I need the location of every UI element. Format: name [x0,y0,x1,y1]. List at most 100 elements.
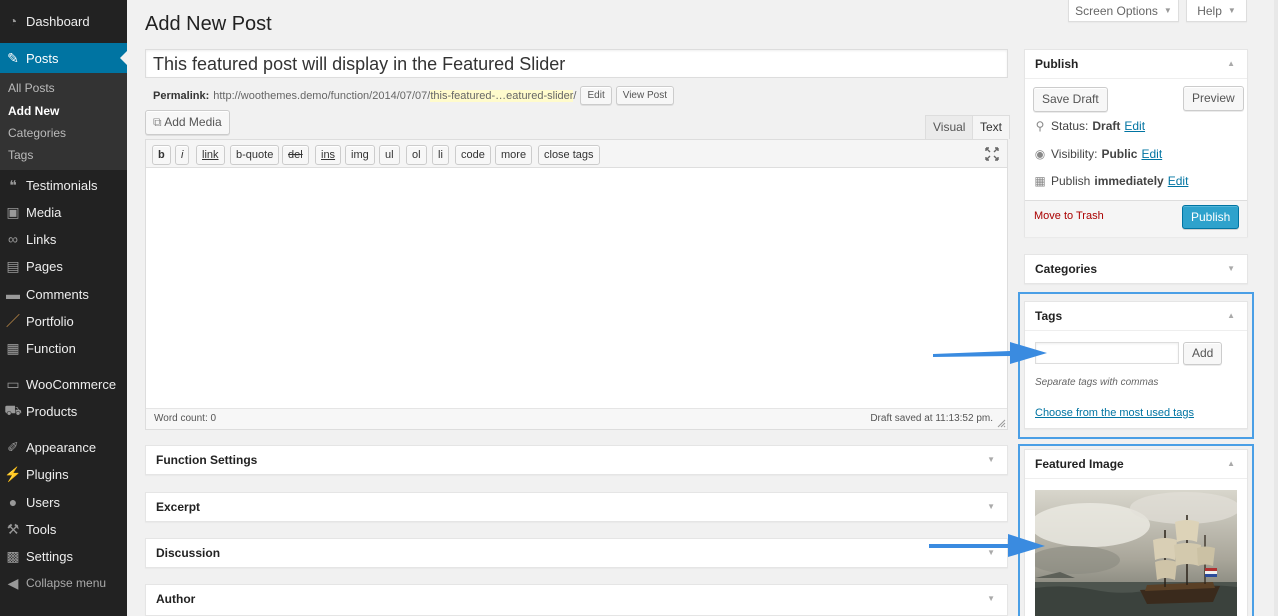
scrollbar[interactable] [1274,0,1278,616]
post-title-input[interactable]: This featured post will display in the F… [145,49,1008,78]
submenu-tags[interactable]: Tags [8,148,33,162]
sidebar-item-products[interactable]: ⛟ Products [0,398,127,424]
discussion-header[interactable]: Discussion [146,539,1007,567]
qt-li-button[interactable]: li [432,145,449,165]
sidebar-item-appearance[interactable]: ✐ Appearance [0,434,127,460]
page-title: Add New Post [145,13,272,35]
sidebar-item-links[interactable]: ∞ Links [0,226,127,252]
tags-header[interactable]: Tags [1025,302,1247,330]
toggle-arrow-icon[interactable]: ▼ [987,548,995,557]
most-used-tags-link[interactable]: Choose from the most used tags [1035,407,1194,419]
fullscreen-icon[interactable] [985,147,999,161]
qt-bold-button[interactable]: b [152,145,171,165]
sidebar-item-pages[interactable]: ▤ Pages [0,253,127,279]
sidebar-item-comments[interactable]: ▬ Comments [0,281,127,307]
wrench-icon: ⚒ [6,520,20,537]
edit-status-link[interactable]: Edit [1124,119,1145,133]
qt-link-button[interactable]: link [196,145,225,165]
categories-header[interactable]: Categories [1025,255,1247,283]
sidebar-item-testimonials[interactable]: ❝ Testimonials [0,172,127,198]
sidebar-item-dashboard[interactable]: ◔ Dashboard [0,8,127,34]
tab-text[interactable]: Text [972,115,1011,139]
qt-img-button[interactable]: img [345,145,375,165]
author-header[interactable]: Author [146,585,1007,613]
draft-saved-status: Draft saved at 11:13:52 pm. [870,413,993,424]
qt-ins-button[interactable]: ins [315,145,342,165]
move-to-trash-link[interactable]: Move to Trash [1034,210,1104,222]
brush-icon: ✐ [7,438,19,455]
tab-visual[interactable]: Visual [925,115,974,139]
function-settings-header[interactable]: Function Settings [146,446,1007,474]
qt-ol-button[interactable]: ol [406,145,427,165]
publish-button[interactable]: Publish [1182,205,1240,229]
calendar-icon: ▦ [1034,174,1046,188]
toggle-arrow-icon[interactable]: ▲ [1227,311,1235,320]
content-textarea[interactable] [146,168,1007,409]
edit-permalink-button[interactable]: Edit [580,86,612,105]
quote-icon: ❝ [9,176,17,193]
resize-handle-icon[interactable] [996,418,1006,428]
toggle-arrow-icon[interactable]: ▼ [987,502,995,511]
featured-image-thumbnail[interactable] [1035,490,1237,616]
qt-close-tags-button[interactable]: close tags [538,145,600,165]
qt-del-button[interactable]: del [282,145,309,165]
submenu-categories[interactable]: Categories [8,126,66,140]
add-media-button[interactable]: ⧉ Add Media [145,110,230,135]
editor-status-bar: Word count: 0 Draft saved at 11:13:52 pm… [146,408,1007,429]
qt-more-button[interactable]: more [495,145,533,165]
collapse-menu-button[interactable]: ◀ Collapse menu [0,570,127,596]
qt-code-button[interactable]: code [455,145,491,165]
toggle-arrow-icon[interactable]: ▼ [987,455,995,464]
view-post-button[interactable]: View Post [615,86,675,105]
save-draft-button[interactable]: Save Draft [1033,87,1108,112]
sidebar-item-posts[interactable]: ✎ Posts [0,43,127,73]
sidebar-item-woocommerce[interactable]: ▭ WooCommerce [0,371,127,397]
author-box: Author ▼ [145,584,1008,616]
qt-bquote-button[interactable]: b-quote [230,145,280,165]
toggle-arrow-icon[interactable]: ▼ [1227,264,1235,273]
qt-ul-button[interactable]: ul [379,145,400,165]
add-tag-button[interactable]: Add [1183,342,1223,365]
sidebar-item-users[interactable]: ● Users [0,489,127,515]
collapse-icon: ◀ [7,574,19,591]
word-count: Word count: 0 [154,413,217,424]
visibility-row: ◉ Visibility: Public Edit [1034,147,1163,161]
toggle-arrow-icon[interactable]: ▲ [1227,59,1235,68]
user-icon: ● [8,494,18,510]
dashboard-icon: ◔ [8,13,18,29]
submenu-add-new[interactable]: Add New [8,104,59,118]
excerpt-box: Excerpt ▼ [145,492,1008,522]
admin-sidebar: ◔ Dashboard ✎ Posts All Posts Add New Ca… [0,0,127,616]
sidebar-item-tools[interactable]: ⚒ Tools [0,516,127,542]
tags-hint: Separate tags with commas [1035,377,1159,388]
portfolio-icon: ／ [6,313,20,329]
editor: b i link b-quote del ins img ul ol li co… [145,139,1008,430]
sidebar-item-settings[interactable]: ▩ Settings [0,543,127,569]
sidebar-item-portfolio[interactable]: ／ Portfolio [0,308,127,334]
qt-italic-button[interactable]: i [175,145,190,165]
categories-box: Categories ▼ [1024,254,1248,284]
schedule-row: ▦ Publish immediately Edit [1034,174,1189,188]
permalink-slug[interactable]: this-featured-…eatured-slider [430,89,574,102]
sidebar-item-plugins[interactable]: ⚡ Plugins [0,461,127,487]
function-settings-box: Function Settings ▼ [145,445,1008,475]
comments-icon: ▬ [6,286,20,302]
screen-options-button[interactable]: Screen Options ▼ [1068,0,1179,22]
permalink-row: Permalink: http://woothemes.demo/functio… [153,86,675,105]
toggle-arrow-icon[interactable]: ▲ [1227,459,1235,468]
new-tag-input[interactable] [1035,342,1179,364]
publish-header[interactable]: Publish [1025,50,1247,78]
featured-image-header[interactable]: Featured Image [1025,450,1247,478]
toggle-arrow-icon[interactable]: ▼ [987,594,995,603]
edit-schedule-link[interactable]: Edit [1168,174,1189,188]
edit-visibility-link[interactable]: Edit [1141,147,1162,161]
help-button[interactable]: Help ▼ [1186,0,1247,22]
pages-icon: ▤ [6,257,20,274]
eye-icon: ◉ [1034,147,1046,161]
sidebar-item-function[interactable]: ▦ Function [0,335,127,361]
submenu-all-posts[interactable]: All Posts [8,81,55,95]
sidebar-item-media[interactable]: ▣ Media [0,199,127,225]
excerpt-header[interactable]: Excerpt [146,493,1007,521]
preview-button[interactable]: Preview [1183,86,1244,111]
link-icon: ∞ [8,231,18,247]
